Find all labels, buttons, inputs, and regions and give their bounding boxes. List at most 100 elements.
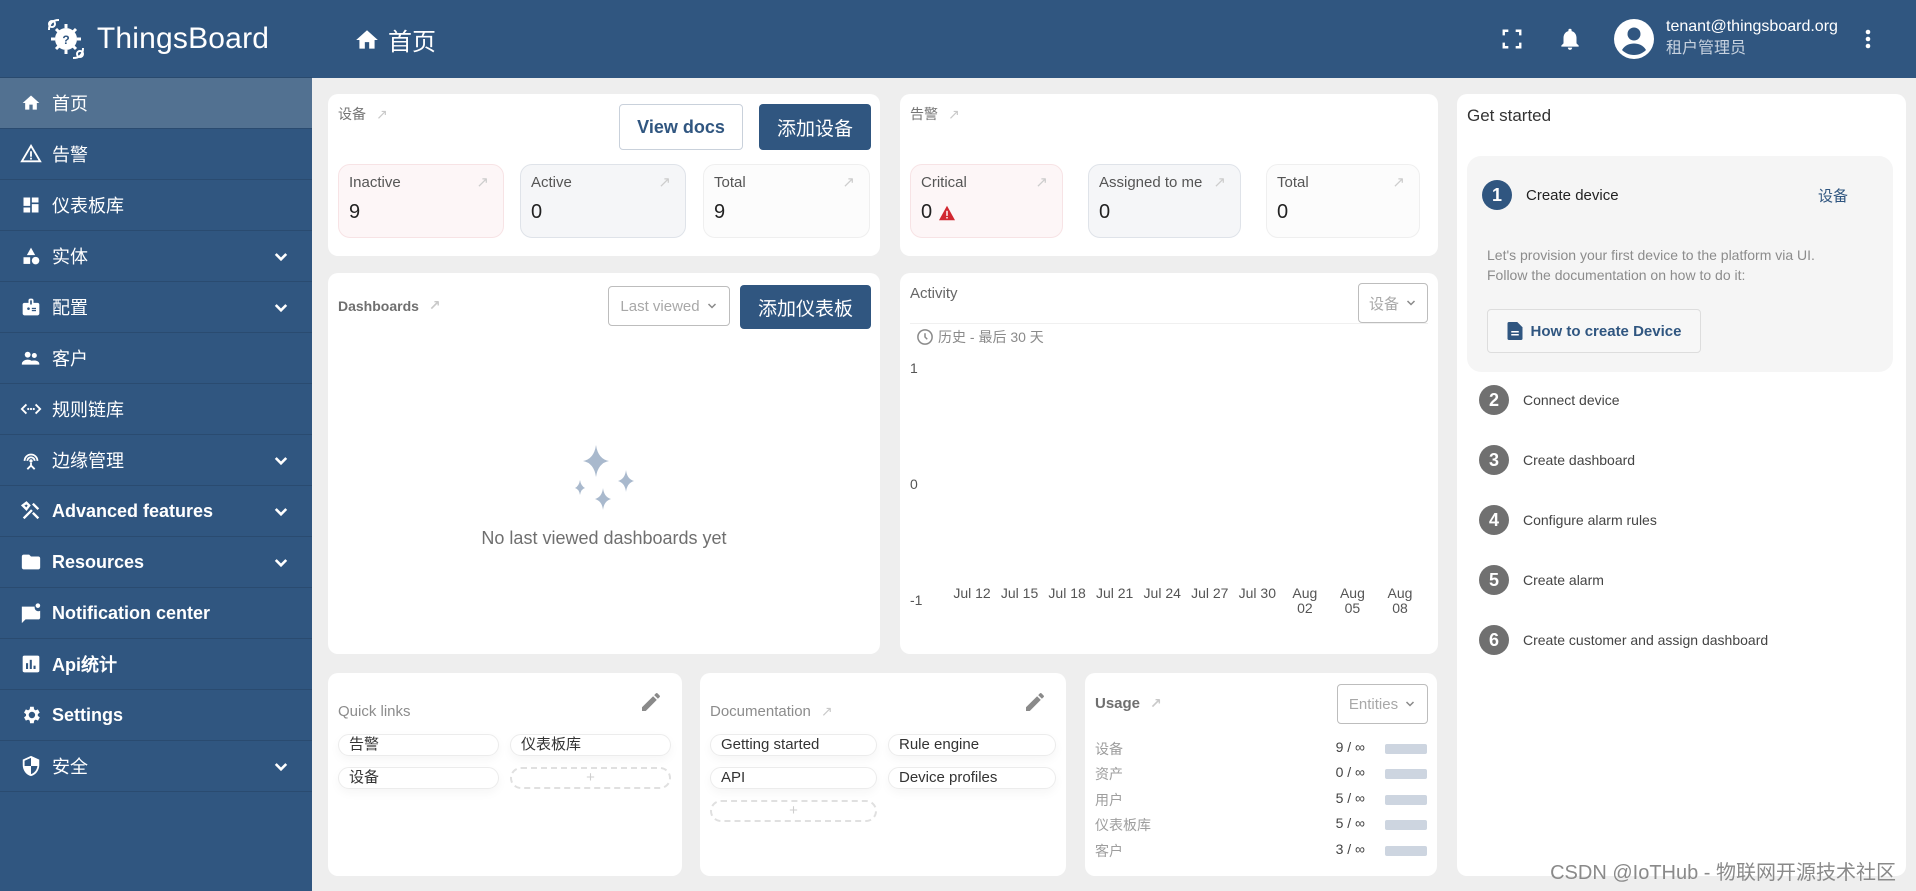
step-5[interactable]: 5 Create alarm [1479, 565, 1604, 595]
add-dashboard-button[interactable]: 添加仪表板 [740, 285, 871, 329]
step-label: Create dashboard [1523, 452, 1636, 468]
sidebar-item-home[interactable]: 首页 [0, 78, 312, 129]
usage-bar [1385, 820, 1427, 830]
arrow-outward-icon: ↗ [1035, 174, 1048, 191]
documentation-title[interactable]: Documentation ↗ [710, 703, 833, 720]
sidebar-item-label: 告警 [52, 145, 88, 165]
arrow-outward-icon: ↗ [658, 174, 671, 191]
edit-documentation-button[interactable] [1023, 690, 1047, 719]
arrow-outward-icon: ↗ [948, 105, 960, 122]
critical-warning-icon [939, 205, 956, 220]
step-6[interactable]: 6 Create customer and assign dashboard [1479, 625, 1768, 655]
sidebar-item-alarms[interactable]: 告警 [0, 129, 312, 180]
arrow-outward-icon: ↗ [476, 174, 489, 191]
doc-link-chip[interactable]: API [710, 767, 877, 789]
stat-total-devices[interactable]: Total 9 ↗ [703, 164, 870, 238]
dashboard-icon [20, 194, 42, 216]
sidebar-item-settings[interactable]: Settings [0, 690, 312, 741]
activity-entity-select[interactable]: 设备 [1358, 283, 1428, 323]
notifications-button[interactable] [1556, 25, 1584, 53]
usage-type-select[interactable]: Entities [1337, 684, 1428, 724]
step-3[interactable]: 3 Create dashboard [1479, 445, 1635, 475]
sidebar-item-edge[interactable]: 边缘管理 [0, 435, 312, 486]
usage-bar [1385, 846, 1427, 856]
quick-link-chip[interactable]: 设备 [338, 767, 499, 789]
sidebar-item-advanced-features[interactable]: Advanced features [0, 486, 312, 537]
step-label: Configure alarm rules [1523, 512, 1657, 528]
chevron-down-icon[interactable] [272, 299, 290, 322]
sidebar-item-entities[interactable]: 实体 [0, 231, 312, 282]
tools-icon [20, 500, 42, 522]
activity-title: Activity [910, 285, 958, 302]
more-menu-button[interactable] [1854, 25, 1882, 53]
add-quick-link-button[interactable]: + [510, 767, 671, 789]
usage-title-text: Usage [1095, 695, 1141, 712]
sidebar-item-rule-chains[interactable]: 规则链库 [0, 384, 312, 435]
step-1[interactable]: 1 Create device 设备 [1482, 180, 1878, 210]
stat-active-devices[interactable]: Active 0 ↗ [520, 164, 686, 238]
badge-icon [20, 296, 42, 318]
sidebar-item-api-usage[interactable]: Api统计 [0, 639, 312, 690]
arrow-outward-icon: ↗ [842, 174, 855, 191]
more-vert-icon [1865, 29, 1871, 49]
watermark: CSDN @IoTHub - 物联网开源技术社区 [1550, 862, 1896, 884]
step-2[interactable]: 2 Connect device [1479, 385, 1620, 415]
step-number: 2 [1479, 385, 1509, 415]
doc-link-chip[interactable]: Getting started [710, 734, 877, 756]
devices-title[interactable]: 设备 ↗ [338, 104, 388, 124]
step-1-devices-link[interactable]: 设备 [1818, 185, 1848, 206]
doc-link-chip[interactable]: Device profiles [888, 767, 1056, 789]
logo[interactable]: ? ThingsBoard [0, 0, 312, 78]
documentation-card: Documentation ↗ Getting started Rule eng… [700, 673, 1066, 876]
fullscreen-button[interactable] [1498, 25, 1526, 53]
dashboards-sort-select[interactable]: Last viewed [608, 286, 730, 326]
edit-quick-links-button[interactable] [639, 690, 663, 719]
stat-critical-alarms[interactable]: Critical 0 ↗ [910, 164, 1063, 238]
step-number: 6 [1479, 625, 1509, 655]
dashboards-title[interactable]: Dashboards ↗ [338, 297, 441, 314]
gear-icon [20, 704, 42, 726]
chevron-down-icon[interactable] [272, 452, 290, 475]
add-doc-link-button[interactable]: + [710, 800, 877, 822]
activity-card: Activity 设备 历史 - 最后 30 天 1 0 -1 Jul 12 Jul 1… [900, 273, 1438, 654]
step-number: 4 [1479, 505, 1509, 535]
sidebar-item-notification-center[interactable]: Notification center [0, 588, 312, 639]
chevron-down-icon[interactable] [272, 503, 290, 526]
timewindow-text: 历史 - 最后 30 天 [938, 329, 1044, 345]
clock-icon [917, 329, 933, 345]
stat-assigned-alarms[interactable]: Assigned to me 0 ↗ [1088, 164, 1241, 238]
how-to-create-device-button[interactable]: How to create Device [1487, 309, 1701, 353]
alarms-title[interactable]: 告警 ↗ [910, 104, 960, 124]
alarms-title-text: 告警 [910, 106, 938, 122]
step-number: 5 [1479, 565, 1509, 595]
user-info[interactable]: tenant@thingsboard.org 租户管理员 [1666, 16, 1838, 60]
step-4[interactable]: 4 Configure alarm rules [1479, 505, 1657, 535]
usage-title[interactable]: Usage ↗ [1095, 695, 1162, 712]
quick-link-chip[interactable]: 仪表板库 [510, 734, 671, 756]
quick-link-chip[interactable]: 告警 [338, 734, 499, 756]
devices-title-text: 设备 [338, 106, 366, 122]
stat-total-alarms[interactable]: Total 0 ↗ [1266, 164, 1420, 238]
account-circle-icon [1614, 19, 1654, 59]
add-device-button[interactable]: 添加设备 [759, 104, 871, 150]
user-avatar[interactable] [1614, 19, 1654, 59]
usage-value: 0 / ∞ [1335, 764, 1365, 780]
stat-inactive-devices[interactable]: Inactive 9 ↗ [338, 164, 504, 238]
timewindow[interactable]: 历史 - 最后 30 天 [916, 327, 1044, 347]
chevron-down-icon[interactable] [272, 248, 290, 271]
chevron-down-icon[interactable] [272, 758, 290, 781]
doc-link-chip[interactable]: Rule engine [888, 734, 1056, 756]
sidebar-item-resources[interactable]: Resources [0, 537, 312, 588]
x-tick-label: Jul 24 [1144, 585, 1182, 601]
sidebar-item-dashboards[interactable]: 仪表板库 [0, 180, 312, 231]
view-docs-button[interactable]: View docs [619, 104, 743, 150]
sidebar-item-security[interactable]: 安全 [0, 741, 312, 792]
step-1-description: Let's provision your first device to the… [1487, 245, 1815, 285]
chevron-down-icon[interactable] [272, 554, 290, 577]
stat-value: 9 [349, 201, 361, 223]
stat-label: Assigned to me [1099, 174, 1203, 191]
x-tick-label: Aug 02 [1292, 585, 1317, 616]
sidebar-item-profiles[interactable]: 配置 [0, 282, 312, 333]
sidebar-item-customers[interactable]: 客户 [0, 333, 312, 384]
y-tick-label: -1 [910, 592, 923, 608]
